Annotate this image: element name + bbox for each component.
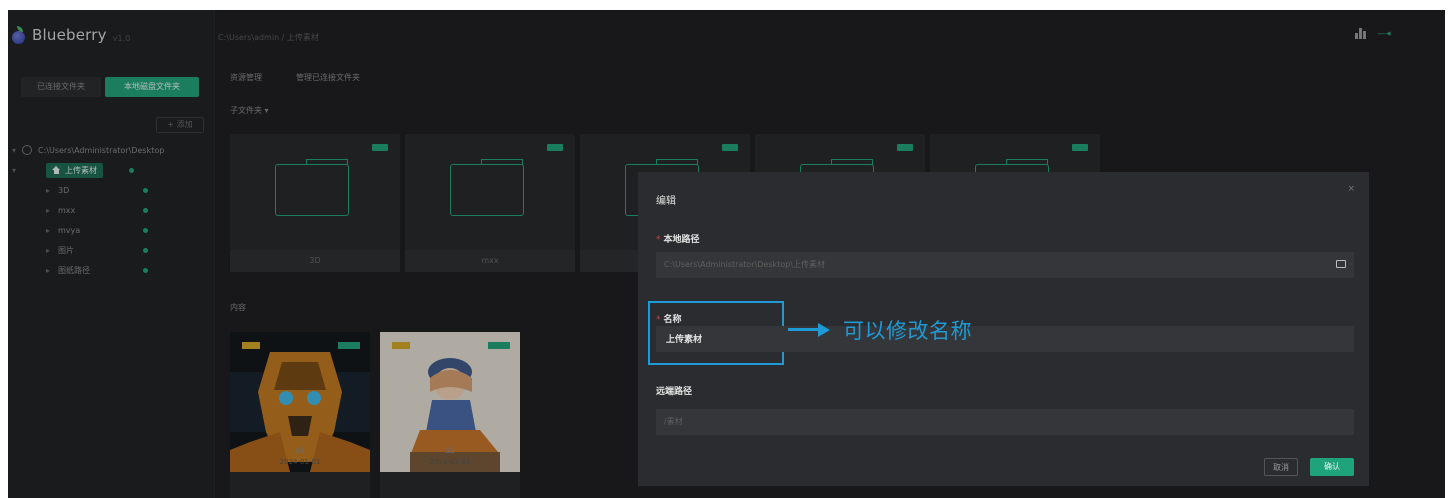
local-path-input[interactable]: C:\Users\Administrator\Desktop\上传素材 (656, 252, 1354, 278)
name-input[interactable] (656, 326, 1354, 352)
folder-open-icon[interactable] (1336, 260, 1346, 268)
annotation-text: 可以修改名称 (843, 319, 972, 343)
app-window: Blueberry v1.0 已连接文件夹 本地磁盘文件夹 + 添加 ▾ C:\… (8, 10, 1445, 498)
close-icon[interactable]: × (1347, 184, 1355, 194)
local-path-label: * 本地路径 (656, 235, 700, 245)
name-label: * 名称 (656, 315, 682, 325)
remote-path-input[interactable]: /素材 (656, 409, 1354, 435)
annotation-arrow-icon (788, 323, 830, 337)
cancel-button[interactable]: 取消 (1264, 458, 1298, 476)
edit-dialog: 编辑 × * 本地路径 C:\Users\Administrator\Deskto… (638, 172, 1369, 486)
name-value[interactable]: 上传素材 (666, 332, 702, 345)
remote-path-label: 远端路径 (656, 387, 693, 397)
confirm-button[interactable]: 确认 (1310, 458, 1354, 476)
dialog-title: 编辑 (656, 196, 676, 207)
